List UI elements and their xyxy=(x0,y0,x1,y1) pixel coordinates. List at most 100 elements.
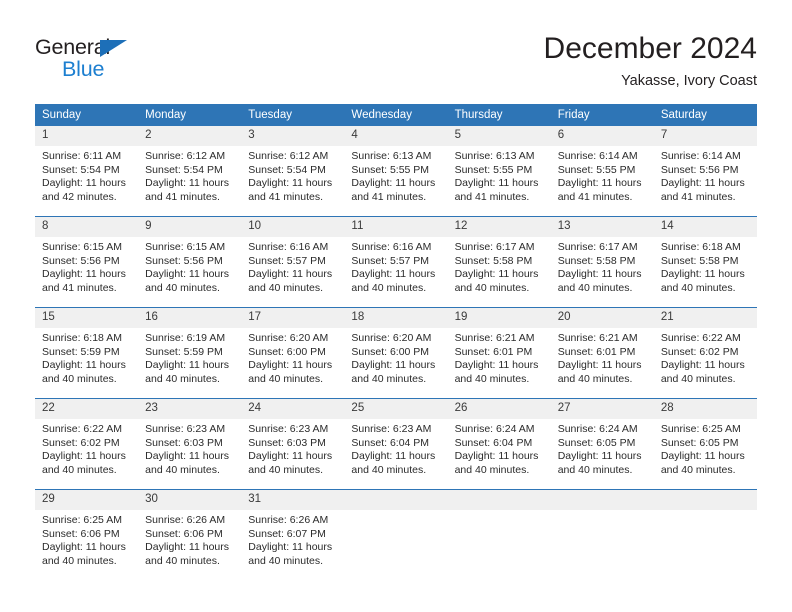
calendar-day-cell[interactable]: 10 Sunrise: 6:16 AM Sunset: 5:57 PM Dayligh… xyxy=(241,216,345,308)
calendar-day-cell[interactable]: 9 Sunrise: 6:15 AM Sunset: 5:56 PM Daylight… xyxy=(138,216,242,308)
sunrise-text: Sunrise: 6:18 AM xyxy=(42,332,122,344)
sunrise-text: Sunrise: 6:20 AM xyxy=(351,332,432,344)
daylight-text-line2: and 40 minutes. xyxy=(557,373,633,386)
calendar-day-cell[interactable]: 17 Sunrise: 6:20 AM Sunset: 6:00 PM Dayligh… xyxy=(241,307,345,399)
day-details: Sunrise: 6:18 AM Sunset: 5:58 PM Daylight:… xyxy=(654,237,757,296)
daylight-text-line1: Daylight: 11 hours xyxy=(660,359,745,372)
day-details: Sunrise: 6:25 AM Sunset: 6:06 PM Daylight:… xyxy=(35,510,138,569)
daylight-text-line1: Daylight: 11 hours xyxy=(145,450,229,463)
day-number: 30 xyxy=(138,490,242,510)
sunset-text: Sunset: 5:56 PM xyxy=(42,254,120,267)
day-details: Sunrise: 6:16 AM Sunset: 5:57 PM Daylight:… xyxy=(344,237,447,296)
sunset-text: Sunset: 6:06 PM xyxy=(145,527,223,540)
day-number: 19 xyxy=(447,308,551,328)
daylight-text-line2: and 40 minutes. xyxy=(248,373,323,386)
calendar-day-cell[interactable]: 8 Sunrise: 6:15 AM Sunset: 5:56 PM Daylight… xyxy=(35,216,139,308)
weekday-header-friday: Friday xyxy=(550,104,654,126)
daylight-text-line2: and 40 minutes. xyxy=(557,282,633,295)
calendar-day-cell[interactable]: 31 Sunrise: 6:26 AM Sunset: 6:07 PM Dayligh… xyxy=(241,489,345,580)
day-details: Sunrise: 6:20 AM Sunset: 6:00 PM Daylight:… xyxy=(344,328,447,387)
sunset-text: Sunset: 6:03 PM xyxy=(248,436,326,449)
day-details: Sunrise: 6:19 AM Sunset: 5:59 PM Daylight:… xyxy=(138,328,241,387)
daylight-text-line2: and 41 minutes. xyxy=(42,282,117,295)
calendar-day-cell[interactable]: 7 Sunrise: 6:14 AM Sunset: 5:56 PM Daylight… xyxy=(653,126,757,217)
calendar-day-cell[interactable]: 23 Sunrise: 6:23 AM Sunset: 6:03 PM Dayligh… xyxy=(138,398,242,490)
calendar-day-cell[interactable]: 20 Sunrise: 6:21 AM Sunset: 6:01 PM Dayligh… xyxy=(550,307,654,399)
calendar-day-cell[interactable]: 13 Sunrise: 6:17 AM Sunset: 5:58 PM Dayligh… xyxy=(550,216,654,308)
sunset-text: Sunset: 5:58 PM xyxy=(660,254,739,267)
daylight-text-line2: and 40 minutes. xyxy=(660,373,736,386)
day-number: 23 xyxy=(138,399,242,419)
day-number: 25 xyxy=(344,399,448,419)
calendar-cell-empty xyxy=(653,489,757,580)
day-details: Sunrise: 6:22 AM Sunset: 6:02 PM Daylight:… xyxy=(654,328,757,387)
daylight-text-line2: and 40 minutes. xyxy=(660,464,736,477)
page-title: December 2024 xyxy=(543,32,757,65)
day-details: Sunrise: 6:26 AM Sunset: 6:06 PM Daylight:… xyxy=(138,510,241,569)
calendar-week-row: 22 Sunrise: 6:22 AM Sunset: 6:02 PM Dayligh… xyxy=(35,398,757,490)
sunrise-text: Sunrise: 6:16 AM xyxy=(248,241,329,253)
calendar-day-cell[interactable]: 26 Sunrise: 6:24 AM Sunset: 6:04 PM Dayligh… xyxy=(447,398,551,490)
day-number xyxy=(447,490,551,510)
day-number: 11 xyxy=(344,217,448,237)
daylight-text-line2: and 40 minutes. xyxy=(145,464,220,477)
calendar-day-cell[interactable]: 24 Sunrise: 6:23 AM Sunset: 6:03 PM Dayligh… xyxy=(241,398,345,490)
sunrise-text: Sunrise: 6:23 AM xyxy=(248,423,329,435)
sunset-text: Sunset: 5:55 PM xyxy=(351,163,430,176)
sunrise-text: Sunrise: 6:12 AM xyxy=(248,150,329,162)
sunrise-text: Sunrise: 6:15 AM xyxy=(42,241,122,253)
calendar-day-cell[interactable]: 30 Sunrise: 6:26 AM Sunset: 6:06 PM Dayligh… xyxy=(138,489,242,580)
daylight-text-line1: Daylight: 11 hours xyxy=(42,268,126,281)
weekday-header-sunday: Sunday xyxy=(35,104,139,126)
calendar-table: Sunday Monday Tuesday Wednesday Thursday Frid… xyxy=(35,104,757,580)
daylight-text-line1: Daylight: 11 hours xyxy=(351,359,436,372)
sunset-text: Sunset: 5:59 PM xyxy=(145,345,223,358)
sunset-text: Sunset: 5:59 PM xyxy=(42,345,120,358)
calendar-day-cell[interactable]: 4 Sunrise: 6:13 AM Sunset: 5:55 PM Daylight… xyxy=(344,126,448,217)
calendar-day-cell[interactable]: 12 Sunrise: 6:17 AM Sunset: 5:58 PM Dayligh… xyxy=(447,216,551,308)
daylight-text-line1: Daylight: 11 hours xyxy=(454,268,539,281)
calendar-day-cell[interactable]: 14 Sunrise: 6:18 AM Sunset: 5:58 PM Dayligh… xyxy=(653,216,757,308)
calendar-day-cell[interactable]: 22 Sunrise: 6:22 AM Sunset: 6:02 PM Dayligh… xyxy=(35,398,139,490)
daylight-text-line1: Daylight: 11 hours xyxy=(351,450,436,463)
sunset-text: Sunset: 6:01 PM xyxy=(557,345,636,358)
daylight-text-line1: Daylight: 11 hours xyxy=(42,450,126,463)
calendar-day-cell[interactable]: 11 Sunrise: 6:16 AM Sunset: 5:57 PM Dayligh… xyxy=(344,216,448,308)
calendar-day-cell[interactable]: 21 Sunrise: 6:22 AM Sunset: 6:02 PM Dayligh… xyxy=(653,307,757,399)
sunrise-text: Sunrise: 6:24 AM xyxy=(454,423,535,435)
sunrise-text: Sunrise: 6:24 AM xyxy=(557,423,638,435)
day-details: Sunrise: 6:15 AM Sunset: 5:56 PM Daylight:… xyxy=(138,237,241,296)
calendar-day-cell[interactable]: 25 Sunrise: 6:23 AM Sunset: 6:04 PM Dayligh… xyxy=(344,398,448,490)
sunrise-text: Sunrise: 6:19 AM xyxy=(145,332,226,344)
daylight-text-line2: and 40 minutes. xyxy=(42,464,117,477)
day-details: Sunrise: 6:24 AM Sunset: 6:05 PM Daylight:… xyxy=(551,419,654,478)
calendar-day-cell[interactable]: 15 Sunrise: 6:18 AM Sunset: 5:59 PM Dayligh… xyxy=(35,307,139,399)
calendar-day-cell[interactable]: 19 Sunrise: 6:21 AM Sunset: 6:01 PM Dayligh… xyxy=(447,307,551,399)
day-details: Sunrise: 6:14 AM Sunset: 5:56 PM Daylight:… xyxy=(654,146,757,205)
calendar-day-cell[interactable]: 27 Sunrise: 6:24 AM Sunset: 6:05 PM Dayligh… xyxy=(550,398,654,490)
daylight-text-line1: Daylight: 11 hours xyxy=(248,268,333,281)
calendar-day-cell[interactable]: 6 Sunrise: 6:14 AM Sunset: 5:55 PM Daylight… xyxy=(550,126,654,217)
daylight-text-line1: Daylight: 11 hours xyxy=(145,177,229,190)
calendar-day-cell[interactable]: 3 Sunrise: 6:12 AM Sunset: 5:54 PM Daylight… xyxy=(241,126,345,217)
calendar-day-cell[interactable]: 28 Sunrise: 6:25 AM Sunset: 6:05 PM Dayligh… xyxy=(653,398,757,490)
calendar-day-cell[interactable]: 29 Sunrise: 6:25 AM Sunset: 6:06 PM Dayligh… xyxy=(35,489,139,580)
calendar-week-row: 15 Sunrise: 6:18 AM Sunset: 5:59 PM Dayligh… xyxy=(35,307,757,399)
calendar-day-cell[interactable]: 2 Sunrise: 6:12 AM Sunset: 5:54 PM Daylight… xyxy=(138,126,242,217)
sunrise-text: Sunrise: 6:18 AM xyxy=(660,241,741,253)
sunrise-text: Sunrise: 6:11 AM xyxy=(42,150,122,162)
sunrise-text: Sunrise: 6:26 AM xyxy=(145,514,226,526)
calendar-day-cell[interactable]: 1 Sunrise: 6:11 AM Sunset: 5:54 PM Daylight… xyxy=(35,126,139,217)
day-number: 17 xyxy=(241,308,345,328)
day-details: Sunrise: 6:17 AM Sunset: 5:58 PM Daylight:… xyxy=(448,237,551,296)
daylight-text-line1: Daylight: 11 hours xyxy=(145,268,229,281)
sunrise-text: Sunrise: 6:14 AM xyxy=(660,150,741,162)
day-number: 29 xyxy=(35,490,139,510)
general-blue-logo[interactable]: General Blue xyxy=(35,35,235,91)
calendar-day-cell[interactable]: 16 Sunrise: 6:19 AM Sunset: 5:59 PM Dayligh… xyxy=(138,307,242,399)
calendar-day-cell[interactable]: 5 Sunrise: 6:13 AM Sunset: 5:55 PM Daylight… xyxy=(447,126,551,217)
day-number: 20 xyxy=(550,308,654,328)
day-details: Sunrise: 6:13 AM Sunset: 5:55 PM Daylight:… xyxy=(448,146,551,205)
calendar-day-cell[interactable]: 18 Sunrise: 6:20 AM Sunset: 6:00 PM Dayligh… xyxy=(344,307,448,399)
day-number xyxy=(344,490,448,510)
